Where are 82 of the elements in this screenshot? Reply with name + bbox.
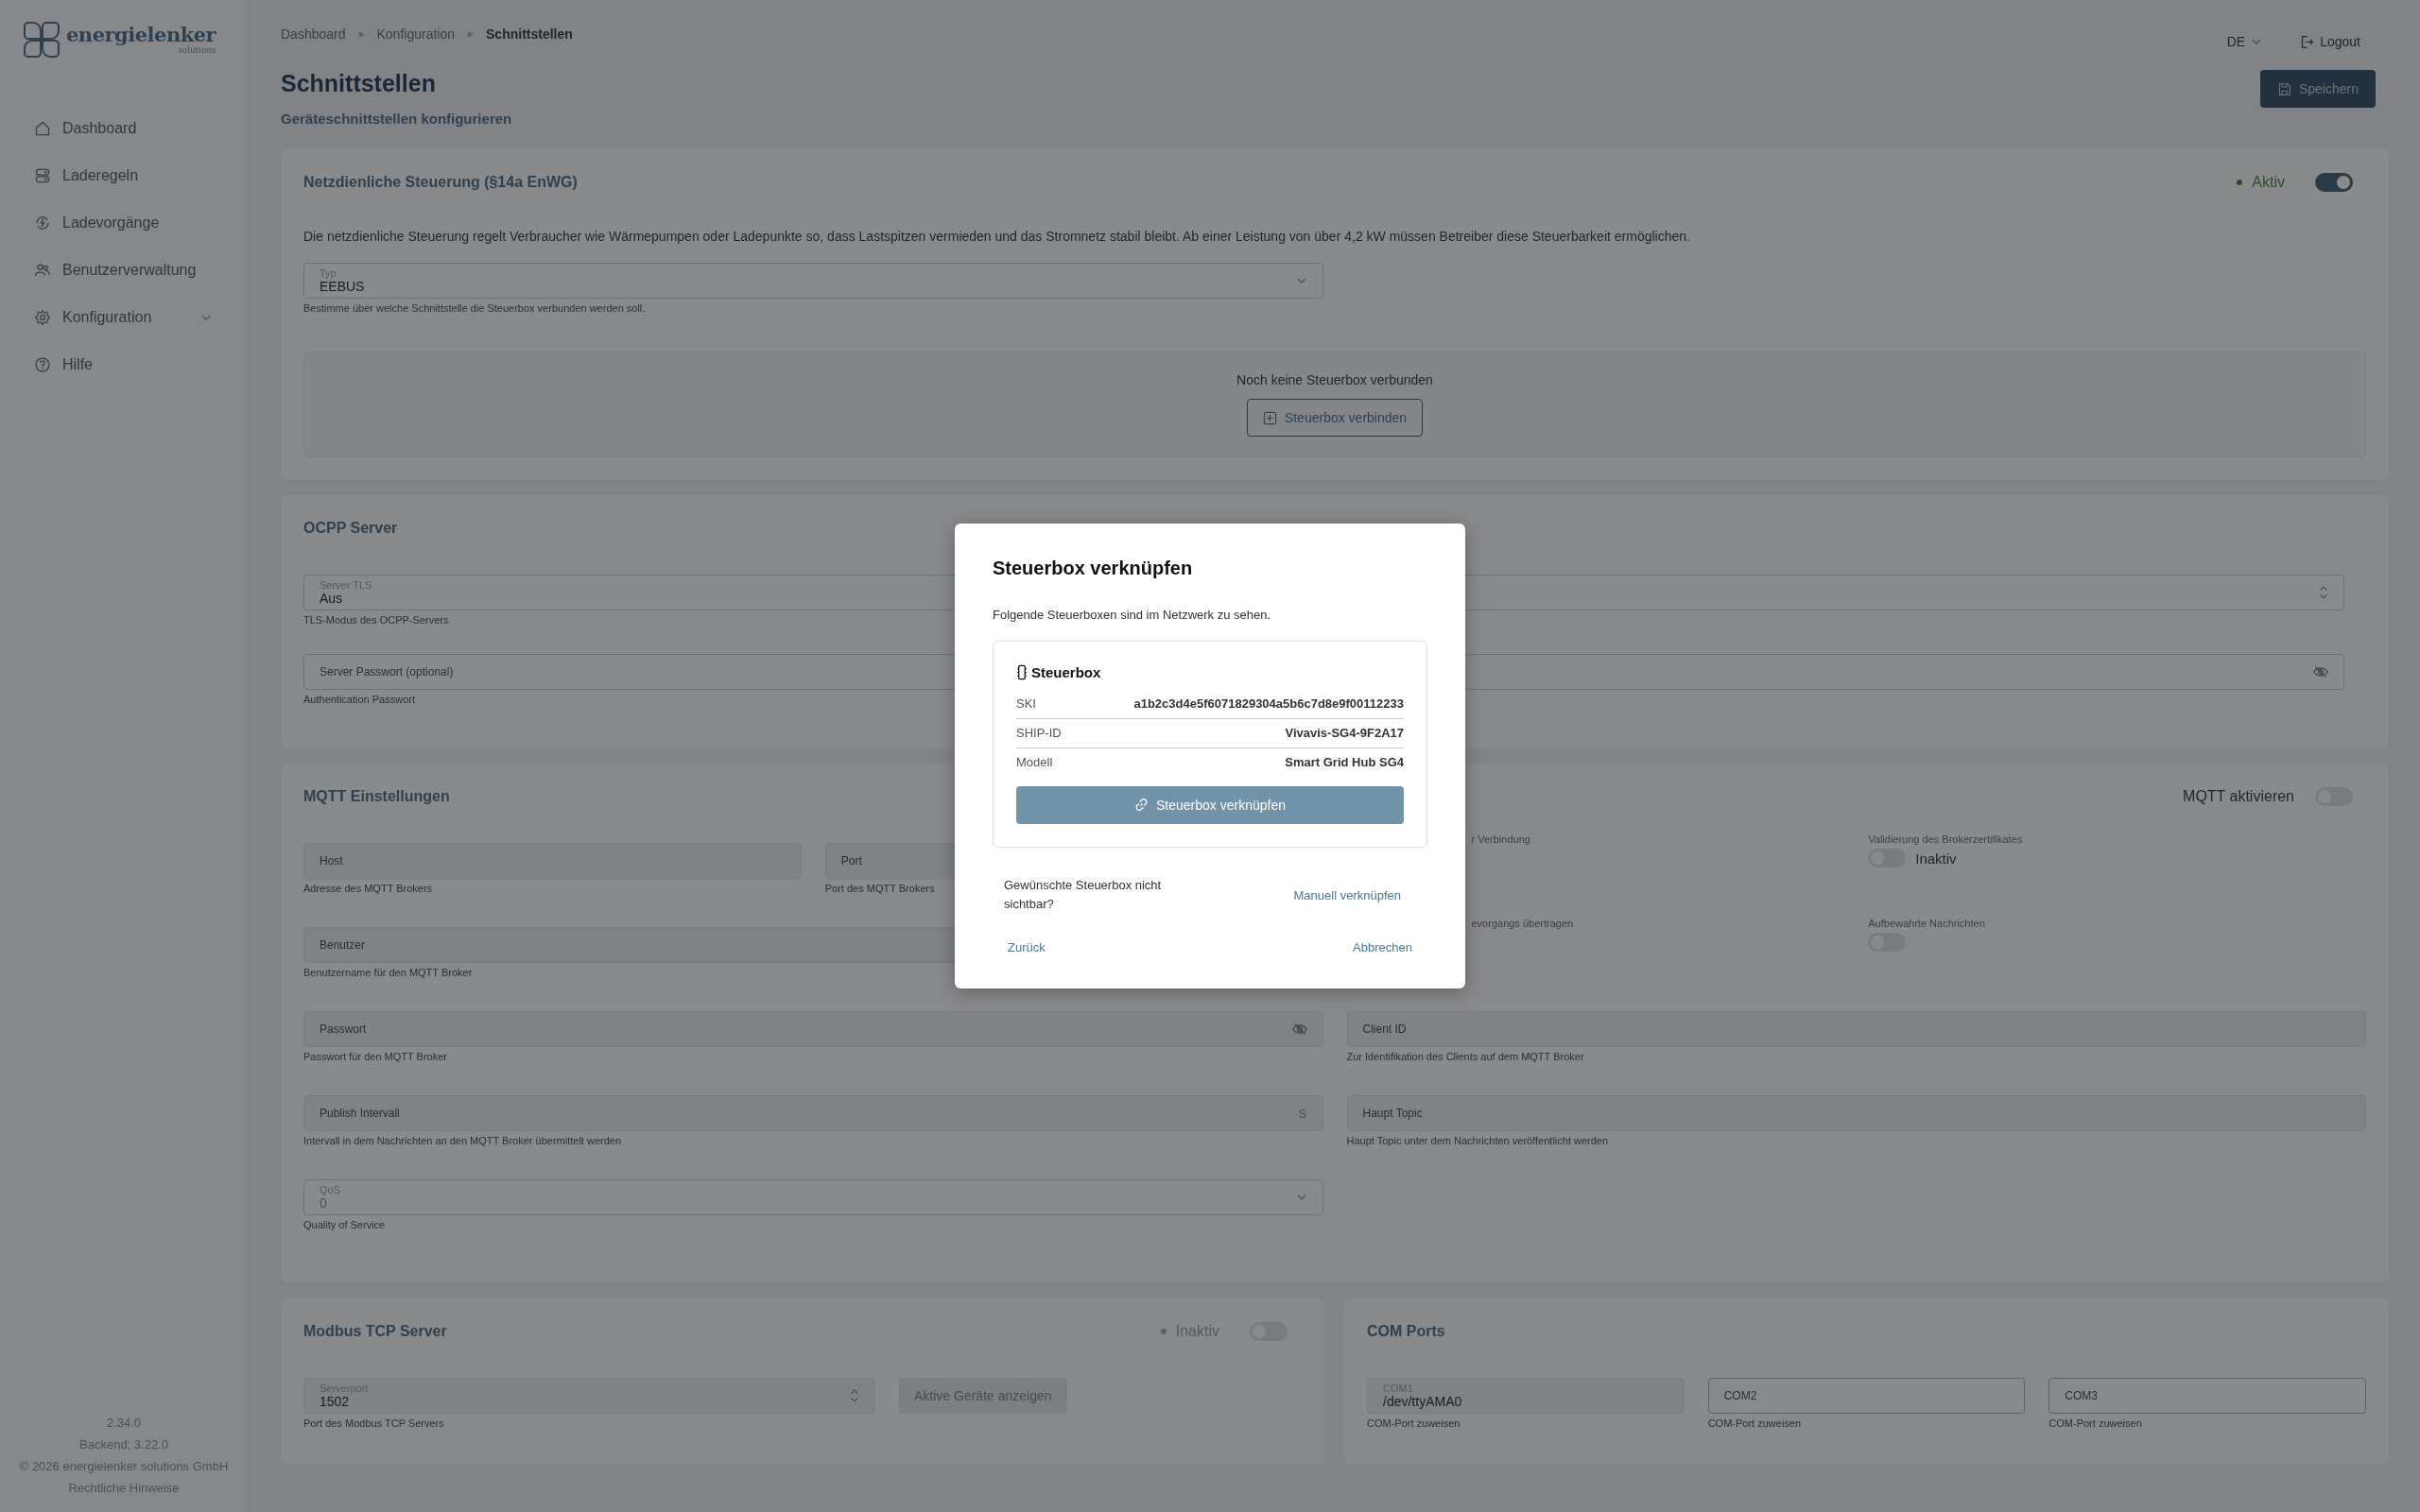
section-title: Modbus TCP Server bbox=[303, 1323, 447, 1340]
eye-off-icon[interactable] bbox=[2313, 665, 2328, 679]
manual-link[interactable]: Manuell verknüpfen bbox=[1278, 887, 1416, 902]
legal-link[interactable]: Rechtliche Hinweise bbox=[68, 1481, 180, 1495]
device-title: Steuerbox bbox=[1031, 663, 1101, 680]
option-label: Aufbewahrte Nachrichten bbox=[1868, 918, 1986, 929]
breadcrumb-separator-icon bbox=[356, 29, 366, 39]
detail-label: SKI bbox=[1016, 696, 1036, 712]
help-icon bbox=[34, 356, 51, 373]
helper-text: Authentication Passwort bbox=[303, 694, 415, 705]
description-text: Die netzdienliche Steuerung regelt Verbraucher wie Wärmepumpen oder Ladepunkte so, dass Lastspitzen vermieden und das Stromnetz stabil bleibt. Ab einer Leistung von über 4,2 kW müssen Betreiber diese Steuerbarkeit ermöglichen. bbox=[303, 229, 1691, 244]
toggles-icon bbox=[34, 167, 51, 184]
section-title: MQTT Einstellungen bbox=[303, 788, 450, 805]
copyright-text: © 2026 energielenker solutions GmbH bbox=[19, 1459, 229, 1473]
helper-text: Benutzername für den MQTT Broker bbox=[303, 967, 473, 978]
com-port-field[interactable]: COM3 bbox=[2048, 1378, 2366, 1414]
section-title: Netzdienliche Steuerung (§14a EnWG) bbox=[303, 174, 578, 191]
connect-button[interactable]: Steuerbox verbinden bbox=[1246, 399, 1424, 437]
empty-state-message: Noch keine Steuerbox verbunden bbox=[1236, 372, 1433, 387]
helper-text: COM-Port zuweisen bbox=[1367, 1418, 1461, 1429]
logout-button[interactable]: Logout bbox=[2300, 34, 2360, 49]
modal-title: Steuerbox verknüpfen bbox=[993, 557, 1194, 579]
helper-text: Passwort für den MQTT Broker bbox=[303, 1051, 447, 1062]
option-label: Validierung des Brokerzertifikates bbox=[1868, 833, 2024, 845]
detail-value: a1b2c3d4e5f6071829304a5b6c7d8e9f00112233 bbox=[1133, 696, 1404, 712]
logo-tagline: solutions bbox=[178, 44, 216, 55]
nav-item[interactable]: Hilfe bbox=[34, 346, 229, 384]
helper-text: Port des MQTT Brokers bbox=[824, 883, 935, 894]
charging-cycle-icon bbox=[34, 215, 51, 232]
detail-label: SHIP-ID bbox=[1016, 725, 1062, 741]
backend-version-text: Backend: 3.22.0 bbox=[79, 1437, 168, 1452]
link-icon bbox=[1134, 798, 1149, 813]
section-title: COM Ports bbox=[1367, 1323, 1445, 1340]
helper-text: Quality of Service bbox=[303, 1219, 386, 1230]
nav-item[interactable]: Benutzerverwaltung bbox=[34, 251, 229, 289]
breadcrumb-separator-icon bbox=[466, 29, 475, 39]
option-label: evorgangs übertragen bbox=[1471, 918, 1575, 929]
helper-text: TLS-Modus des OCPP-Servers bbox=[303, 614, 449, 626]
helper-text: Adresse des MQTT Brokers bbox=[303, 883, 433, 894]
logo-text: energielenker bbox=[66, 25, 216, 44]
link-device-button[interactable]: Steuerbox verknüpfen bbox=[1016, 785, 1404, 824]
back-button[interactable]: Zurück bbox=[993, 940, 1061, 955]
detail-value: Vivavis-SG4-9F2A17 bbox=[1285, 725, 1404, 741]
logo-icon bbox=[23, 21, 60, 59]
stepper-arrows-icon[interactable] bbox=[2319, 584, 2328, 601]
save-button[interactable]: Speichern bbox=[2259, 70, 2376, 108]
hint-text: Gewünschte Steuerbox nicht sichtbar? bbox=[1004, 876, 1163, 913]
breadcrumb-link[interactable]: Konfiguration bbox=[376, 26, 455, 42]
helper-text: COM-Port zuweisen bbox=[1707, 1418, 1802, 1429]
toggle-label: MQTT aktivieren bbox=[2183, 788, 2294, 805]
breadcrumb-link[interactable]: Schnittstellen bbox=[486, 26, 573, 42]
device-icon bbox=[1016, 663, 1028, 680]
plus-icon bbox=[1262, 410, 1277, 425]
page-subtitle: Geräteschnittstellen konfigurieren bbox=[281, 111, 512, 127]
helper-text: Bestimme über welche Schnittstelle die Steuerbox verbunden werden soll. bbox=[303, 302, 646, 314]
nav-item[interactable]: Dashboard bbox=[34, 110, 229, 147]
settings-icon bbox=[34, 309, 51, 326]
logout-icon bbox=[2300, 34, 2315, 49]
save-icon bbox=[2276, 81, 2291, 96]
helper-text: Intervall in dem Nachrichten an den MQTT Broker übermittelt werden bbox=[303, 1135, 622, 1146]
section-title: OCPP Server bbox=[303, 520, 398, 537]
toggle-switch[interactable] bbox=[2315, 173, 2353, 192]
users-icon bbox=[34, 262, 51, 279]
breadcrumb-link[interactable]: Dashboard bbox=[281, 26, 346, 42]
helper-text: Port des Modbus TCP Servers bbox=[303, 1418, 444, 1429]
home-icon bbox=[34, 120, 51, 137]
nav-item[interactable]: Ladevorgänge bbox=[34, 204, 229, 242]
nav-item[interactable]: Konfiguration bbox=[34, 299, 229, 336]
detail-label: Modell bbox=[1016, 754, 1053, 770]
cancel-button[interactable]: Abbrechen bbox=[1338, 940, 1427, 955]
helper-text: Zur Identifikation des Clients auf dem MQTT Broker bbox=[1346, 1051, 1584, 1062]
version-text: 2.34.0 bbox=[106, 1416, 142, 1430]
com-port-field[interactable]: COM2 bbox=[1707, 1378, 2026, 1414]
page-title: Schnittstellen bbox=[281, 70, 437, 97]
detail-value: Smart Grid Hub SG4 bbox=[1285, 754, 1404, 770]
toggle-state-label: Inaktiv bbox=[1915, 850, 1957, 867]
nav-item[interactable]: Laderegeln bbox=[34, 157, 229, 195]
helper-text: Haupt Topic unter dem Nachrichten veröffentlicht werden bbox=[1346, 1135, 1609, 1146]
helper-text: COM-Port zuweisen bbox=[2048, 1418, 2142, 1429]
modal-intro-text: Folgende Steuerboxen sind im Netzwerk zu sehen. bbox=[993, 607, 1272, 622]
status-label: Aktiv bbox=[2252, 174, 2285, 191]
language-selector[interactable]: DE bbox=[2226, 34, 2263, 49]
